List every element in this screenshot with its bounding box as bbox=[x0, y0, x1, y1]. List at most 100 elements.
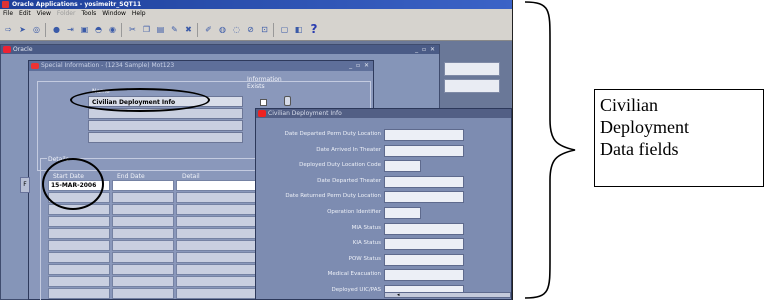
date-departed-perm-duty-location-field[interactable] bbox=[384, 129, 464, 141]
help-icon[interactable]: ? bbox=[307, 23, 321, 35]
oracle-logo-icon bbox=[31, 63, 39, 69]
name-field-row[interactable] bbox=[88, 132, 243, 143]
end-date-cell[interactable] bbox=[112, 276, 174, 287]
delete-icon[interactable]: ✖ bbox=[183, 24, 194, 35]
deployed-duty-location-code-field[interactable] bbox=[384, 160, 421, 172]
special-information-title: Special Information - (1234 Sample) Mot1… bbox=[41, 62, 175, 69]
edit-field-icon[interactable]: ✐ bbox=[203, 24, 214, 35]
annotation-line: Civilian bbox=[600, 95, 658, 115]
menu-view[interactable]: View bbox=[37, 9, 51, 19]
name-field-row[interactable] bbox=[88, 120, 243, 131]
detail-cell[interactable] bbox=[176, 288, 256, 299]
start-date-cell[interactable] bbox=[48, 240, 110, 251]
record-indicator: F bbox=[20, 177, 30, 193]
refresh-icon[interactable]: ◉ bbox=[107, 24, 118, 35]
close-form-icon[interactable]: ◓ bbox=[93, 24, 104, 35]
cd-row-pow-status: POW Status bbox=[256, 254, 512, 267]
folder-tools-icon[interactable]: ⊡ bbox=[259, 24, 270, 35]
menu-window[interactable]: Window bbox=[102, 9, 126, 19]
window-controls[interactable]: _ ▫ ✕ bbox=[415, 45, 436, 54]
cd-label: Date Departed Theater bbox=[317, 178, 381, 184]
detail-cell[interactable] bbox=[176, 228, 256, 239]
end-date-cell[interactable] bbox=[112, 288, 174, 299]
detail-cell[interactable] bbox=[176, 276, 256, 287]
start-date-cell[interactable] bbox=[48, 216, 110, 227]
clear-record-icon[interactable]: ✎ bbox=[169, 24, 180, 35]
start-date-cell[interactable] bbox=[48, 264, 110, 275]
cd-label: Date Departed Perm Duty Location bbox=[284, 131, 381, 137]
information-icon[interactable] bbox=[284, 96, 291, 106]
annotation-line: Deployment bbox=[600, 117, 689, 137]
menu-file[interactable]: File bbox=[3, 9, 13, 19]
highlight-oval-start-date bbox=[42, 158, 104, 210]
new-icon[interactable]: ⇨ bbox=[3, 24, 14, 35]
civilian-deployment-titlebar: Civilian Deployment Info bbox=[256, 109, 511, 118]
end-date-cell[interactable] bbox=[112, 204, 174, 215]
end-date-cell[interactable] bbox=[112, 192, 174, 203]
pow-status-field[interactable] bbox=[384, 254, 464, 266]
mia-status-field[interactable] bbox=[384, 223, 464, 235]
attachments-icon[interactable]: ⊘ bbox=[245, 24, 256, 35]
special-information-titlebar: Special Information - (1234 Sample) Mot1… bbox=[29, 61, 373, 71]
detail-cell[interactable] bbox=[176, 204, 256, 215]
background-fields bbox=[442, 62, 512, 96]
cd-row-kia-status: KIA Status bbox=[256, 238, 512, 251]
menu-edit[interactable]: Edit bbox=[19, 9, 31, 19]
print-icon[interactable]: ▣ bbox=[79, 24, 90, 35]
horizontal-scrollbar[interactable]: ◂ bbox=[384, 292, 511, 298]
end-date-cell[interactable] bbox=[112, 216, 174, 227]
detail-cell[interactable] bbox=[176, 264, 256, 275]
start-date-cell[interactable] bbox=[48, 252, 110, 263]
detail-cell[interactable] bbox=[176, 180, 256, 191]
menu-help[interactable]: Help bbox=[132, 9, 146, 19]
end-date-cell[interactable] bbox=[112, 240, 174, 251]
navigate-icon[interactable]: ◎ bbox=[31, 24, 42, 35]
next-step-icon[interactable]: ⇥ bbox=[65, 24, 76, 35]
information-label: Information bbox=[247, 76, 282, 83]
kia-status-field[interactable] bbox=[384, 238, 464, 250]
cd-row-date-departed-perm: Date Departed Perm Duty Location bbox=[256, 129, 512, 142]
cd-label: Date Returned Perm Duty Location bbox=[285, 193, 381, 199]
window-title: Oracle Applications - yosimeitr_SQT11 bbox=[12, 1, 142, 8]
window-controls[interactable]: _ ▫ ✕ bbox=[349, 61, 370, 71]
start-date-cell[interactable] bbox=[48, 276, 110, 287]
detail-cell[interactable] bbox=[176, 252, 256, 263]
date-returned-perm-duty-location-field[interactable] bbox=[384, 191, 464, 203]
civilian-deployment-title: Civilian Deployment Info bbox=[268, 110, 342, 117]
exists-checkbox[interactable] bbox=[260, 99, 267, 106]
window-icon[interactable]: ▢ bbox=[279, 24, 290, 35]
cd-row-date-returned-perm: Date Returned Perm Duty Location bbox=[256, 191, 512, 204]
toolbar-separator bbox=[197, 22, 200, 37]
zoom-icon[interactable]: ◍ bbox=[217, 24, 228, 35]
end-date-cell[interactable] bbox=[112, 264, 174, 275]
save-icon[interactable]: ● bbox=[51, 24, 62, 35]
end-date-cell[interactable] bbox=[112, 228, 174, 239]
start-date-cell[interactable] bbox=[48, 228, 110, 239]
toolbar: ⇨ ➤ ◎ ● ⇥ ▣ ◓ ◉ ✂ ❐ ▤ ✎ ✖ ✐ ◍ ◌ ⊘ ⊡ ▢ ◧ … bbox=[0, 19, 512, 41]
column-header-detail: Detail bbox=[182, 173, 200, 180]
detail-cell[interactable] bbox=[176, 216, 256, 227]
date-arrived-in-theater-field[interactable] bbox=[384, 145, 464, 157]
copy-icon[interactable]: ❐ bbox=[141, 24, 152, 35]
cut-icon[interactable]: ✂ bbox=[127, 24, 138, 35]
detail-cell[interactable] bbox=[176, 192, 256, 203]
end-date-cell[interactable] bbox=[112, 180, 174, 191]
translations-icon[interactable]: ◌ bbox=[231, 24, 242, 35]
table-row bbox=[48, 240, 258, 252]
toolbar-separator bbox=[273, 22, 276, 37]
cd-row-date-arrived-theater: Date Arrived In Theater bbox=[256, 145, 512, 158]
find-icon[interactable]: ➤ bbox=[17, 24, 28, 35]
folder-icon[interactable]: ◧ bbox=[293, 24, 304, 35]
operation-identifier-field[interactable] bbox=[384, 207, 421, 219]
end-date-cell[interactable] bbox=[112, 252, 174, 263]
toolbar-separator bbox=[121, 22, 124, 37]
medical-evacuation-field[interactable] bbox=[384, 269, 464, 281]
detail-cell[interactable] bbox=[176, 240, 256, 251]
start-date-cell[interactable] bbox=[48, 288, 110, 299]
oracle-window-titlebar: Oracle _ ▫ ✕ bbox=[1, 45, 439, 54]
menu-tools[interactable]: Tools bbox=[81, 9, 96, 19]
exists-label: Exists bbox=[247, 83, 265, 90]
date-departed-theater-field[interactable] bbox=[384, 176, 464, 188]
paste-icon[interactable]: ▤ bbox=[155, 24, 166, 35]
cd-label: MIA Status bbox=[351, 225, 381, 231]
